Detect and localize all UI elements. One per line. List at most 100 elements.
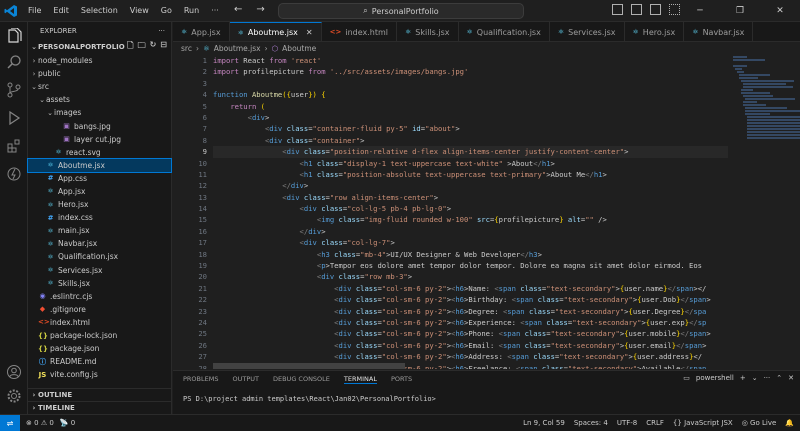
code-line[interactable]: <div class="col-lg-7"> (213, 237, 728, 248)
tree-file[interactable]: ⚛ react.svg (28, 146, 171, 159)
cursor-position[interactable]: Ln 9, Col 59 (523, 419, 565, 427)
extensions-icon[interactable] (4, 136, 24, 156)
tree-file[interactable]: ⚛ App.jsx (28, 185, 171, 198)
customize-layout-icon[interactable] (669, 4, 680, 15)
terminal-shell-name[interactable]: powershell (696, 374, 734, 382)
search-icon[interactable] (4, 52, 24, 72)
code-line[interactable]: <h3 class="mb-4">UI/UX Designer & Web De… (213, 249, 728, 260)
tree-file[interactable]: ⚛ Aboutme.jsx (27, 157, 172, 173)
collapse-all-icon[interactable]: ⊟ (160, 40, 167, 54)
code-line[interactable] (213, 78, 728, 89)
tree-file[interactable]: ⚛ Navbar.jsx (28, 237, 171, 250)
tree-file[interactable]: ⚛ Hero.jsx (28, 198, 171, 211)
tab-qualificationjsx[interactable]: ⚛ Qualification.jsx (459, 22, 550, 41)
more-actions-icon[interactable]: ··· (764, 374, 771, 382)
command-center[interactable]: ⌕ PersonalPortfolio (278, 3, 524, 19)
code-line[interactable]: <h1 class="position-absolute text-upperc… (213, 169, 728, 180)
tree-folder[interactable]: › node_modules (28, 54, 171, 67)
tab-servicesjsx[interactable]: ⚛ Services.jsx (550, 22, 625, 41)
tab-herojsx[interactable]: ⚛ Hero.jsx (625, 22, 685, 41)
menu-item-selection[interactable]: Selection (75, 0, 124, 22)
menu-item-file[interactable]: File (22, 0, 47, 22)
new-folder-icon[interactable]: 🗀 (138, 40, 146, 54)
tree-folder[interactable]: ⌄ assets (28, 93, 171, 106)
new-file-icon[interactable]: 🗋 (127, 40, 133, 54)
tree-file[interactable]: {} package-lock.json (28, 329, 171, 342)
go-live[interactable]: ◎ Go Live (742, 419, 777, 427)
tree-file[interactable]: ⚛ Skills.jsx (28, 277, 171, 290)
code-line[interactable]: <div class="col-sm-6 py-2"><h6>Phone: <s… (213, 328, 728, 339)
tree-folder[interactable]: ⌄ src (28, 80, 171, 93)
breadcrumb-item[interactable]: Aboutme (282, 44, 316, 53)
code-line[interactable]: <div class="container"> (213, 135, 728, 146)
code-line[interactable]: <div class="row mb-3"> (213, 271, 728, 282)
close-tab-icon[interactable]: ✕ (306, 28, 313, 37)
run-debug-icon[interactable] (4, 108, 24, 128)
manage-gear-icon[interactable] (4, 386, 24, 406)
code-line[interactable]: <div class="col-sm-6 py-2"><h6>Birthday:… (213, 294, 728, 305)
language-mode[interactable]: {} JavaScript JSX (673, 419, 733, 427)
code-line[interactable]: return ( (213, 101, 728, 112)
tree-file[interactable]: ▣ layer cut.jpg (28, 133, 171, 146)
tab-appjsx[interactable]: ⚛ App.jsx (173, 22, 230, 41)
tree-folder[interactable]: › public (28, 67, 171, 80)
forward-arrow-icon[interactable]: → (256, 4, 264, 15)
code-line[interactable]: function Aboutme({user}) { (213, 89, 728, 100)
outline-section[interactable]: › OUTLINE (28, 388, 172, 401)
tree-file[interactable]: ⚛ Services.jsx (28, 264, 171, 277)
code-line[interactable]: <div class="col-lg-5 pb-4 pb-lg-0"> (213, 203, 728, 214)
problems-status[interactable]: ⊗ 0 ⚠ 0 (26, 419, 54, 427)
code-line[interactable]: <div class="row align-items-center"> (213, 192, 728, 203)
code-line[interactable]: import profilepicture from '../src/asset… (213, 66, 728, 77)
code-line[interactable]: <div class="col-sm-6 py-2"><h6>Address: … (213, 351, 728, 362)
code-line[interactable]: <div class="position-relative d-flex ali… (213, 146, 728, 158)
minimize-icon[interactable]: ─ (680, 0, 720, 22)
tab-skillsjsx[interactable]: ⚛ Skills.jsx (397, 22, 459, 41)
account-icon[interactable] (4, 362, 24, 382)
panel-tab-problems[interactable]: PROBLEMS (183, 375, 218, 383)
indentation[interactable]: Spaces: 4 (574, 419, 608, 427)
menu-item-go[interactable]: Go (155, 0, 178, 22)
tree-file[interactable]: ⚛ main.jsx (28, 224, 171, 237)
menu-item-edit[interactable]: Edit (47, 0, 75, 22)
tree-folder[interactable]: ⌄ images (28, 106, 171, 119)
explorer-icon[interactable] (4, 26, 24, 46)
tree-file[interactable]: ▣ bangs.jpg (28, 119, 171, 132)
tree-file[interactable]: ◆ .gitignore (28, 303, 171, 316)
menu-item-[interactable]: ··· (205, 0, 225, 22)
encoding[interactable]: UTF-8 (617, 419, 637, 427)
code-line[interactable]: </div> (213, 180, 728, 191)
notifications-bell-icon[interactable]: 🔔 (785, 419, 794, 427)
breadcrumb-item[interactable]: Aboutme.jsx (214, 44, 261, 53)
code-line[interactable]: <div class="col-sm-6 py-2"><h6>Email: <s… (213, 340, 728, 351)
horizontal-scrollbar[interactable] (213, 363, 405, 369)
tree-file[interactable]: ⚛ Qualification.jsx (28, 250, 171, 263)
code-line[interactable]: <h1 class="display-1 text-uppercase text… (213, 158, 728, 169)
tree-file[interactable]: JS vite.config.js (28, 368, 171, 381)
panel-tab-debugconsole[interactable]: DEBUG CONSOLE (273, 375, 330, 383)
new-terminal-icon[interactable]: + (740, 374, 746, 382)
remote-icon[interactable]: ⇌ (0, 414, 20, 431)
code-line[interactable]: <p>Tempor eos dolore amet tempor dolor t… (213, 260, 728, 271)
tab-navbarjsx[interactable]: ⚛ Navbar.jsx (684, 22, 754, 41)
end-of-line[interactable]: CRLF (646, 419, 664, 427)
code-line[interactable]: <div class="container-fluid py-5" id="ab… (213, 123, 728, 134)
panel-tab-terminal[interactable]: TERMINAL (343, 375, 377, 384)
terminal-prompt[interactable]: PS D:\project admin templates\React\Jan0… (183, 395, 436, 403)
code-line[interactable]: <div> (213, 112, 728, 123)
tree-file[interactable]: {} package.json (28, 342, 171, 355)
maximize-panel-icon[interactable]: ⌃ (776, 374, 782, 382)
chevron-down-icon[interactable]: ⌄ (752, 374, 758, 382)
menu-item-run[interactable]: Run (178, 0, 205, 22)
timeline-section[interactable]: › TIMELINE (28, 401, 172, 414)
menu-item-view[interactable]: View (124, 0, 155, 22)
minimap[interactable] (733, 55, 800, 139)
tree-file[interactable]: ⓘ README.md (28, 355, 171, 368)
code-line[interactable]: import React from 'react' (213, 55, 728, 66)
tab-aboutmejsx[interactable]: ⚛ Aboutme.jsx ✕ (229, 22, 322, 41)
code-line[interactable]: <img class="img-fluid rounded w-100" src… (213, 214, 728, 225)
remote-explorer-icon[interactable] (4, 164, 24, 184)
refresh-icon[interactable]: ↻ (150, 40, 157, 54)
project-folder-row[interactable]: ⌄ PERSONALPORTFOLIO 🗋 🗀 ↻ ⊟ (28, 40, 171, 54)
tree-file[interactable]: <> index.html (28, 316, 171, 329)
